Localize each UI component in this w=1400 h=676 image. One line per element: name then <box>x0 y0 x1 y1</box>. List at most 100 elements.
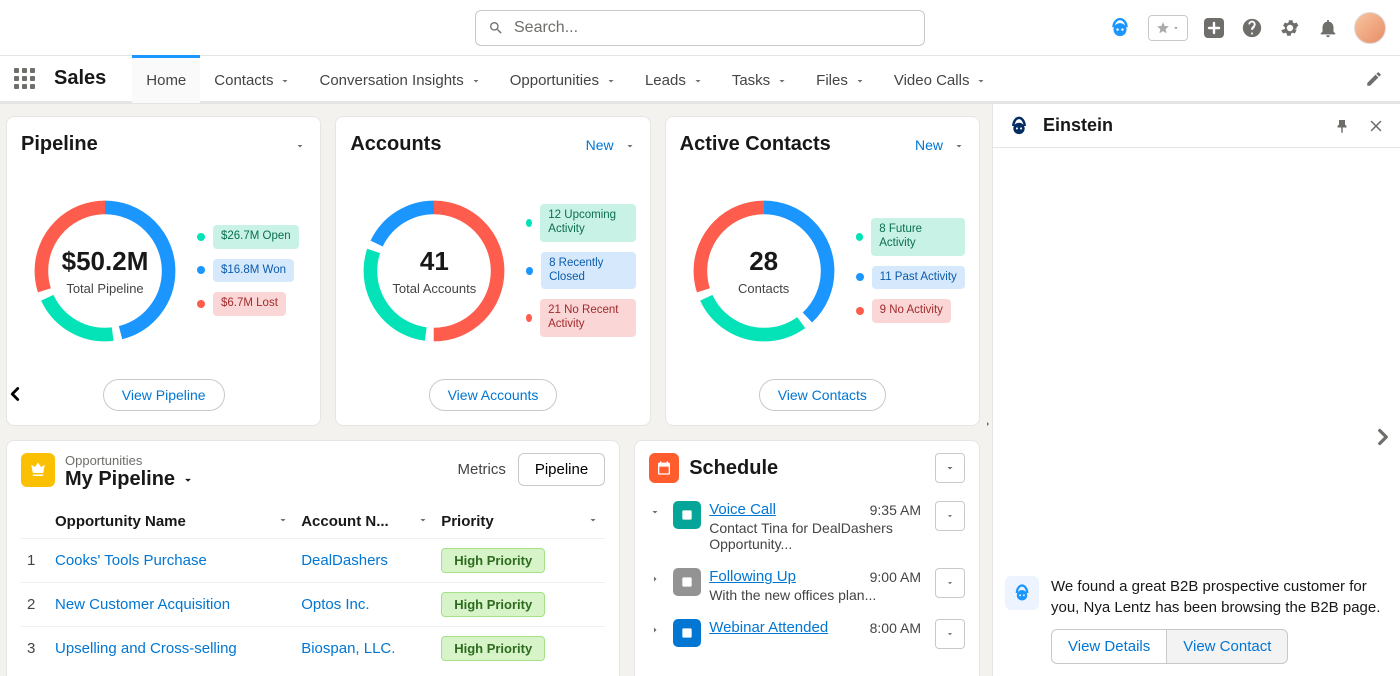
schedule-menu-button[interactable] <box>935 453 965 483</box>
chevron-down-icon[interactable] <box>776 74 788 86</box>
legend-dot <box>856 273 864 281</box>
opportunity-link[interactable]: Upselling and Cross-selling <box>55 640 237 657</box>
nav-tab-home[interactable]: Home <box>132 55 200 103</box>
opportunities-title[interactable]: My Pipeline <box>65 468 195 491</box>
carousel-next-button[interactable] <box>1370 424 1396 455</box>
expand-toggle[interactable] <box>649 619 665 641</box>
nav-tab-label: Video Calls <box>894 72 970 89</box>
nav-tab-opportunities[interactable]: Opportunities <box>496 55 631 103</box>
view-details-button[interactable]: View Details <box>1051 629 1167 664</box>
accounts-value: 41 <box>420 246 449 277</box>
contacts-new-link[interactable]: New <box>915 137 943 153</box>
legend-row: 9 No Activity <box>856 299 965 323</box>
nav-tab-leads[interactable]: Leads <box>631 55 718 103</box>
einstein-avatar-icon <box>1005 576 1039 610</box>
view-contacts-button[interactable]: View Contacts <box>759 379 886 411</box>
global-search[interactable]: Search... <box>475 10 925 46</box>
opportunity-link[interactable]: New Customer Acquisition <box>55 596 230 613</box>
pipeline-value: $50.2M <box>62 246 149 277</box>
pin-icon[interactable] <box>1330 114 1354 138</box>
accounts-menu-chevron-icon[interactable] <box>624 139 636 151</box>
legend-pill: 11 Past Activity <box>872 266 965 290</box>
legend-pill: 9 No Activity <box>872 299 951 323</box>
header-utilities <box>1106 12 1386 44</box>
account-link[interactable]: Optos Inc. <box>301 596 369 613</box>
app-launcher-icon[interactable] <box>14 68 36 90</box>
table-row[interactable]: 2New Customer AcquisitionOptos Inc.High … <box>21 583 605 627</box>
account-link[interactable]: DealDashers <box>301 552 388 569</box>
schedule-item-sub: With the new offices plan... <box>709 587 921 603</box>
col-opportunity-name[interactable]: Opportunity Name <box>49 505 295 539</box>
contacts-menu-chevron-icon[interactable] <box>953 139 965 151</box>
nav-tab-files[interactable]: Files <box>802 55 880 103</box>
schedule-item-title[interactable]: Following Up <box>709 568 796 585</box>
schedule-item-menu[interactable] <box>935 568 965 598</box>
view-contact-button[interactable]: View Contact <box>1167 629 1288 664</box>
account-link[interactable]: Biospan, LLC. <box>301 640 395 657</box>
user-avatar[interactable] <box>1354 12 1386 44</box>
chevron-down-icon[interactable] <box>279 74 291 86</box>
legend-pill: 8 Recently Closed <box>541 252 636 290</box>
schedule-item-menu[interactable] <box>935 619 965 649</box>
chevron-down-icon[interactable] <box>605 74 617 86</box>
contacts-donut: 28 Contacts <box>680 187 848 355</box>
nav-tab-contacts[interactable]: Contacts <box>200 55 305 103</box>
chevron-down-icon[interactable] <box>692 74 704 86</box>
einstein-icon[interactable] <box>1106 14 1134 42</box>
nav-tab-tasks[interactable]: Tasks <box>718 55 802 103</box>
opportunities-title-text: My Pipeline <box>65 468 175 491</box>
nav-tab-conversation-insights[interactable]: Conversation Insights <box>305 55 495 103</box>
notifications-bell-icon[interactable] <box>1316 16 1340 40</box>
pipeline-menu-chevron-icon[interactable] <box>294 139 306 151</box>
search-placeholder: Search... <box>514 19 578 37</box>
table-row[interactable]: 3 Upselling and Cross-selling Biospan, LLC… <box>21 627 605 671</box>
expand-toggle[interactable] <box>649 501 665 523</box>
view-pipeline-button[interactable]: View Pipeline <box>103 379 225 411</box>
schedule-item-sub: Contact Tina for DealDashers Opportunity… <box>709 520 921 552</box>
contacts-card: Active Contacts New 28 <box>665 116 980 426</box>
carousel-prev-button[interactable] <box>0 377 32 411</box>
schedule-item-menu[interactable] <box>935 501 965 531</box>
add-button[interactable] <box>1202 16 1226 40</box>
chevron-down-icon[interactable] <box>975 74 987 86</box>
schedule-item-title[interactable]: Voice Call <box>709 501 776 518</box>
legend-row: 12 Upcoming Activity <box>526 204 635 242</box>
col-account-name[interactable]: Account N... <box>295 505 435 539</box>
einstein-panel-icon <box>1005 112 1033 140</box>
table-row[interactable]: 1Cooks' Tools PurchaseDealDashersHigh Pr… <box>21 539 605 583</box>
legend-dot <box>197 266 205 274</box>
help-icon[interactable] <box>1240 16 1264 40</box>
view-accounts-button[interactable]: View Accounts <box>429 379 558 411</box>
nav-tab-label: Conversation Insights <box>319 72 463 89</box>
legend-row: 21 No Recent Activity <box>526 299 635 337</box>
panel-collapse-handle[interactable] <box>983 414 993 434</box>
chevron-down-icon[interactable] <box>470 74 482 86</box>
nav-tab-label: Tasks <box>732 72 770 89</box>
row-index: 1 <box>21 539 49 583</box>
pipeline-title: Pipeline <box>21 133 98 156</box>
schedule-item-title[interactable]: Webinar Attended <box>709 619 828 636</box>
metrics-toggle[interactable]: Metrics <box>451 455 511 484</box>
opportunity-link[interactable]: Cooks' Tools Purchase <box>55 552 207 569</box>
pipeline-card: Pipeline $50.2M Total Pi <box>6 116 321 426</box>
accounts-new-link[interactable]: New <box>586 137 614 153</box>
expand-toggle[interactable] <box>649 568 665 590</box>
legend-pill: 8 Future Activity <box>871 218 965 256</box>
activity-icon <box>673 568 701 596</box>
setup-gear-icon[interactable] <box>1278 16 1302 40</box>
nav-tab-video-calls[interactable]: Video Calls <box>880 55 1002 103</box>
legend-pill: 12 Upcoming Activity <box>540 204 635 242</box>
accounts-title: Accounts <box>350 133 441 156</box>
search-icon <box>488 20 504 36</box>
row-index: 3 <box>21 627 49 671</box>
einstein-message: We found a great B2B prospective custome… <box>1005 576 1388 665</box>
legend-pill: $6.7M Lost <box>213 292 286 316</box>
favorites-button[interactable] <box>1148 15 1188 41</box>
chevron-down-icon[interactable] <box>854 74 866 86</box>
legend-row: 8 Recently Closed <box>526 252 635 290</box>
pipeline-toggle[interactable]: Pipeline <box>518 453 605 486</box>
col-priority[interactable]: Priority <box>435 505 605 539</box>
close-icon[interactable] <box>1364 114 1388 138</box>
edit-nav-pencil-icon[interactable] <box>1362 67 1386 91</box>
schedule-card: Schedule Voice Call9:35 AMContact Tina f… <box>634 440 980 676</box>
